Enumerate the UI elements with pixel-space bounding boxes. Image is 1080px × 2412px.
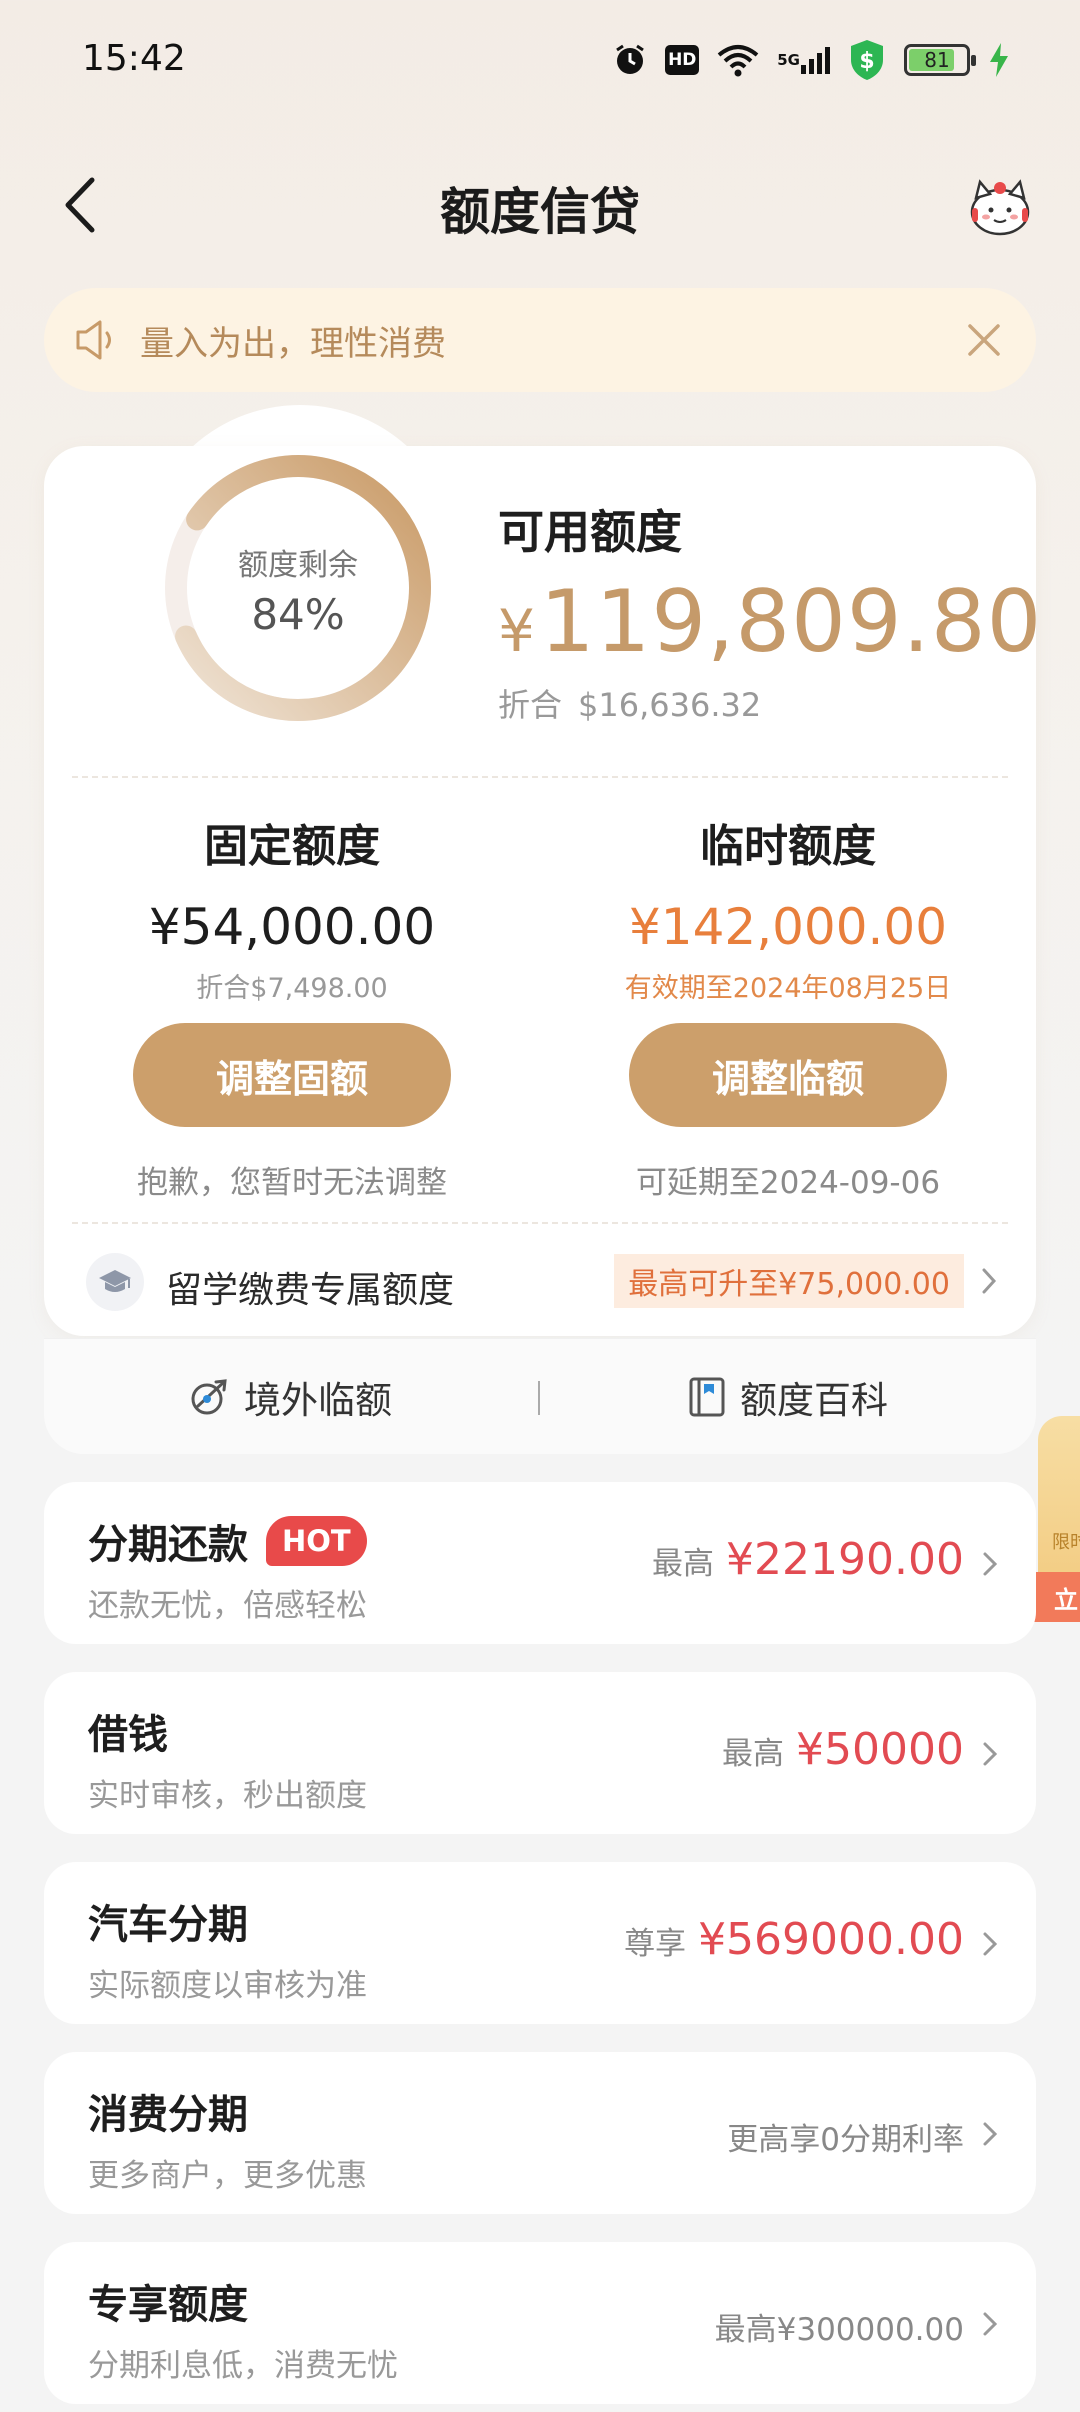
network-type: 5G [777, 51, 800, 69]
service-card-exclusive-credit[interactable]: 专享额度 分期利息低，消费无忧 最高¥300000.00 [44, 2242, 1036, 2404]
chevron-right-icon [983, 2312, 998, 2336]
service-subtitle: 更多商户，更多优惠 [88, 2158, 367, 2194]
service-title: 分期还款 HOT [88, 1512, 367, 1570]
globe-plane-icon [191, 1379, 227, 1415]
chevron-right-icon [983, 1742, 998, 1766]
chevron-right-icon [983, 1932, 998, 1956]
study-credit-badge: 最高可升至¥75,000.00 [614, 1254, 964, 1308]
chevron-right-icon [983, 2122, 998, 2146]
fixed-credit-note: 抱歉，您暂时无法调整 [137, 1165, 447, 1201]
fixed-credit-title: 固定额度 [204, 821, 380, 872]
svg-text:$: $ [859, 49, 874, 74]
service-value: 最高 ¥50000 [722, 1724, 964, 1775]
study-abroad-credit-row[interactable]: 留学缴费专属额度 最高可升至¥75,000.00 [44, 1228, 1036, 1334]
service-card-consumer-installment[interactable]: 消费分期 更多商户，更多优惠 更高享0分期利率 [44, 2052, 1036, 2214]
notice-text: 量入为出，理性消费 [140, 323, 446, 364]
service-title: 专享额度 [88, 2272, 248, 2330]
service-title: 汽车分期 [88, 1892, 248, 1950]
temp-credit-amount: ¥142,000.00 [628, 898, 948, 956]
available-usd: 折合 $16,636.32 [498, 680, 761, 726]
service-title: 借钱 [88, 1702, 168, 1760]
service-value-amount: ¥22190.00 [726, 1534, 964, 1585]
divider [72, 776, 1008, 778]
service-value-prefix: 尊享 [624, 1926, 687, 1962]
service-title-text: 借钱 [88, 1712, 168, 1758]
status-time: 15:42 [82, 38, 186, 79]
credit-wiki-label: 额度百科 [740, 1379, 888, 1422]
cellular-signal-icon: 5G [777, 45, 830, 75]
divider [72, 1222, 1008, 1224]
credit-wiki-link[interactable]: 额度百科 [688, 1339, 888, 1455]
usd-amount: $16,636.32 [578, 686, 762, 724]
available-credit-amount: ¥119,809.80 [498, 572, 1042, 672]
service-value: 最高¥300000.00 [715, 2304, 964, 2349]
service-value-prefix: 最高 [652, 1546, 715, 1582]
card-footer: 境外临额 额度百科 [44, 1338, 1036, 1454]
ring-percent: 84% [251, 590, 345, 639]
service-title-text: 专享额度 [88, 2282, 248, 2328]
wifi-icon [717, 43, 759, 77]
study-credit-label: 留学缴费专属额度 [166, 1270, 455, 1311]
status-icons: HD 5G $ 81 [613, 38, 1010, 82]
page-title: 额度信贷 [440, 183, 640, 241]
service-value-text: 最高¥300000.00 [714, 2312, 964, 2348]
service-value: 最高 ¥22190.00 [652, 1534, 964, 1585]
overseas-temp-credit-label: 境外临额 [244, 1379, 392, 1422]
graduation-cap-icon [86, 1253, 144, 1311]
footer-separator [538, 1381, 540, 1415]
alarm-icon [613, 43, 647, 77]
chevron-right-icon [983, 1552, 998, 1576]
battery-indicator: 81 [904, 44, 976, 76]
service-card-installment-repay[interactable]: 分期还款 HOT 还款无忧，倍感轻松 最高 ¥22190.00 [44, 1482, 1036, 1644]
service-subtitle: 还款无忧，倍感轻松 [88, 1588, 367, 1624]
service-subtitle: 分期利息低，消费无忧 [88, 2348, 398, 2384]
mascot-button[interactable] [960, 168, 1040, 240]
service-card-car-installment[interactable]: 汽车分期 实际额度以审核为准 尊享 ¥569000.00 [44, 1862, 1036, 2024]
fixed-credit-section: 固定额度 ¥54,000.00 折合$7,498.00 调整固额 抱歉，您暂时无… [92, 810, 492, 1202]
adjust-temp-button[interactable]: 调整临额 [629, 1023, 947, 1127]
ring-progress [175, 455, 431, 721]
service-subtitle: 实时审核，秒出额度 [88, 1778, 367, 1814]
book-icon [689, 1377, 725, 1417]
temp-credit-section: 临时额度 ¥142,000.00 有效期至2024年08月25日 调整临额 可延… [588, 810, 988, 1202]
fixed-credit-amount: ¥54,000.00 [148, 898, 436, 956]
service-title-text: 消费分期 [88, 2092, 248, 2138]
temp-credit-title: 临时额度 [700, 821, 876, 872]
battery-level: 81 [924, 48, 950, 72]
speaker-icon [76, 320, 111, 360]
security-shield-icon: $ [848, 38, 886, 82]
service-value-amount: ¥569000.00 [698, 1914, 964, 1965]
chevron-right-icon [982, 1268, 997, 1294]
remaining-ring-chart [165, 455, 431, 721]
overseas-temp-credit-link[interactable]: 境外临额 [188, 1339, 392, 1455]
service-value-text: 更高享0分期利率 [727, 2122, 964, 2158]
temp-credit-note: 可延期至2024-09-06 [635, 1165, 941, 1201]
service-value: 尊享 ¥569000.00 [624, 1914, 964, 1965]
ring-label: 额度剩余 [238, 548, 358, 583]
service-value: 更高享0分期利率 [727, 2114, 964, 2159]
available-credit-label: 可用额度 [498, 505, 682, 559]
adjust-fixed-button[interactable]: 调整固额 [133, 1023, 451, 1127]
service-title: 消费分期 [88, 2082, 248, 2140]
charging-icon [988, 42, 1010, 78]
notice-bar: 量入为出，理性消费 [44, 288, 1036, 392]
hd-icon: HD [665, 45, 700, 75]
currency-symbol: ¥ [498, 597, 536, 665]
status-bar: 15:42 HD 5G $ 81 [0, 0, 1080, 120]
service-title-text: 分期还款 [88, 1522, 248, 1568]
mascot-icon [970, 179, 1030, 236]
temp-credit-validity: 有效期至2024年08月25日 [624, 973, 952, 1004]
service-subtitle: 实际额度以审核为准 [88, 1968, 367, 2004]
service-value-amount: ¥50000 [796, 1724, 964, 1775]
service-title-text: 汽车分期 [88, 1902, 248, 1948]
available-amount-value: 119,809.80 [539, 572, 1043, 672]
service-card-borrow[interactable]: 借钱 实时审核，秒出额度 最高 ¥50000 [44, 1672, 1036, 1834]
usd-prefix: 折合 [498, 686, 563, 724]
fixed-credit-usd: 折合$7,498.00 [196, 973, 388, 1004]
close-icon[interactable] [962, 318, 1006, 362]
promo-side-tab-text: 限时 [1052, 1532, 1080, 1553]
service-value-prefix: 最高 [722, 1736, 785, 1772]
hot-badge: HOT [266, 1516, 367, 1566]
